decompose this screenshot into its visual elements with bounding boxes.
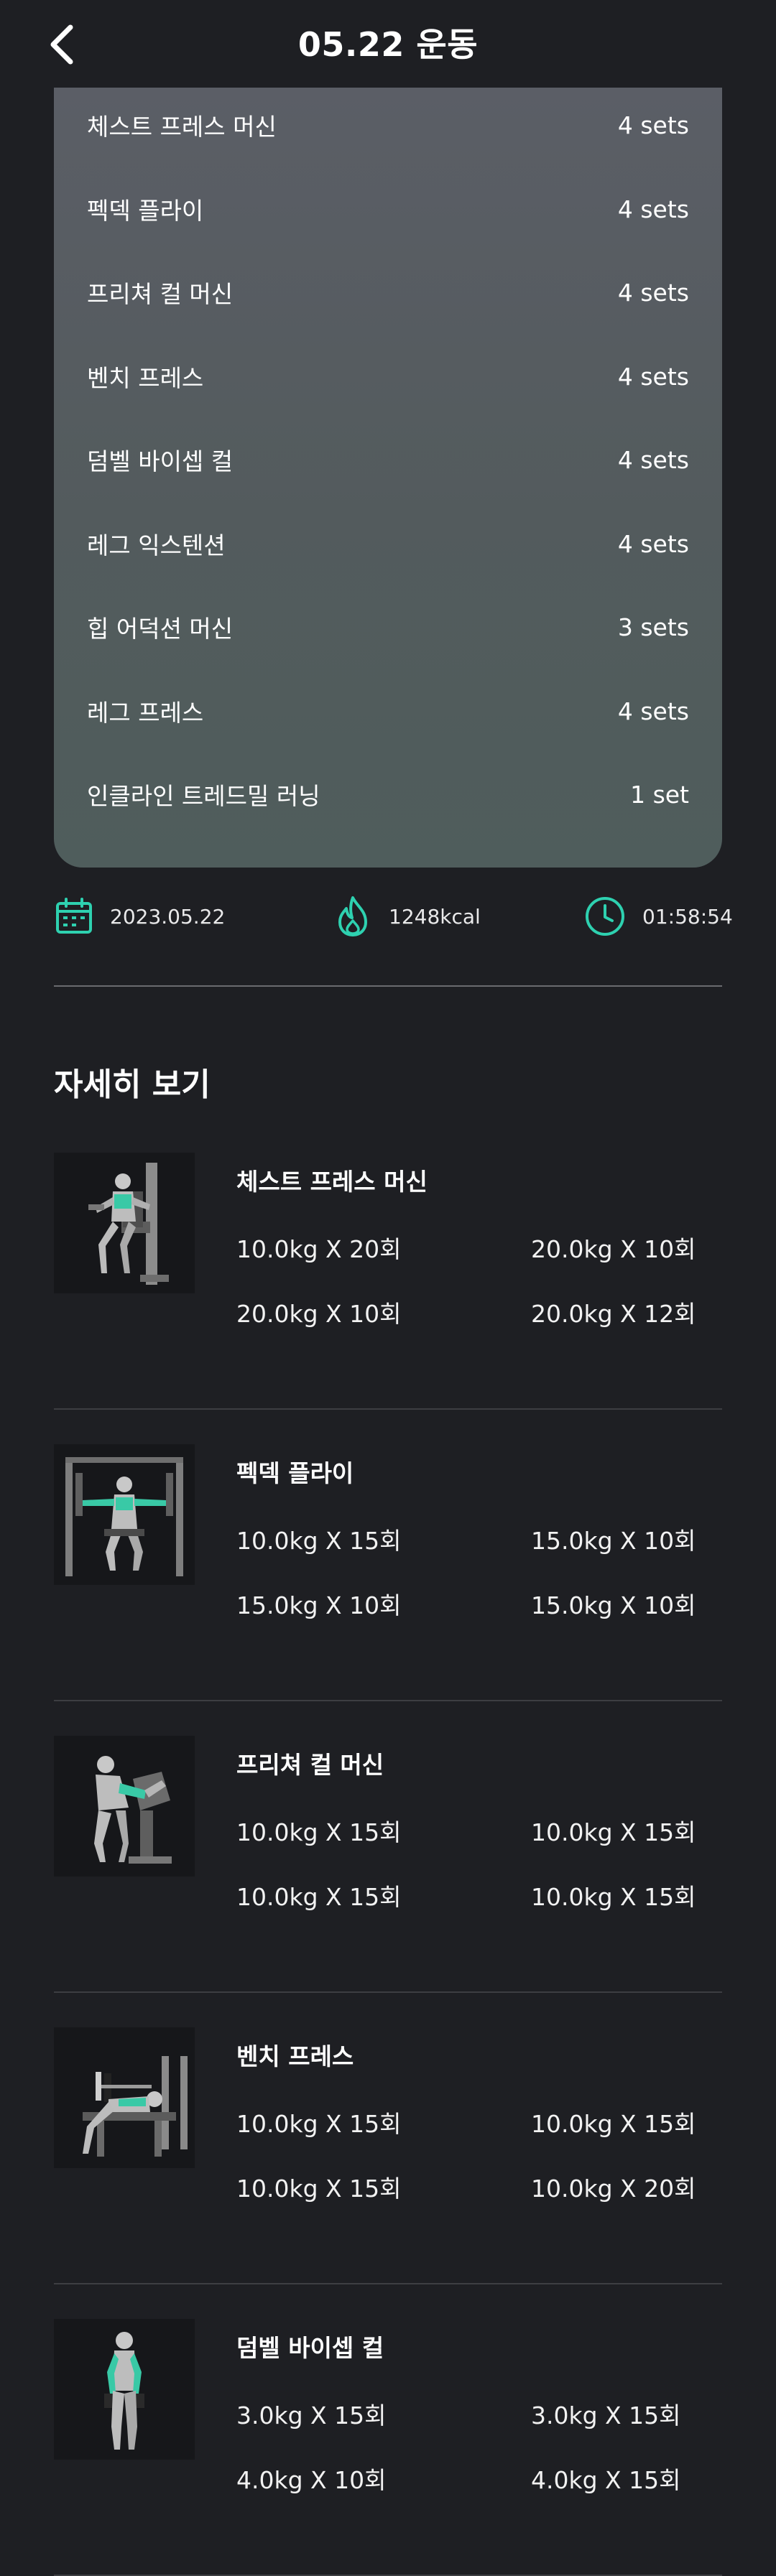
exercise-detail-list: 체스트 프레스 머신 10.0kg X 20회 20.0kg X 10회 20.… — [54, 1153, 722, 2576]
calories-stat: 1248kcal — [333, 891, 481, 942]
summary-row[interactable]: 펙덱 플라이 4 sets — [87, 187, 689, 231]
summary-exercise-name: 레그 프레스 — [87, 699, 204, 727]
summary-exercise-name: 펙덱 플라이 — [87, 197, 204, 225]
page-title: 05.22 운동 — [297, 25, 479, 64]
summary-exercise-name: 프리쳐 컬 머신 — [87, 280, 234, 308]
exercise-name: 체스트 프레스 머신 — [236, 1168, 428, 1196]
set-record: 20.0kg X 10회 — [531, 1235, 696, 1263]
summary-row[interactable]: 레그 프레스 4 sets — [87, 689, 689, 733]
summary-sets-count: 4 sets — [617, 195, 689, 223]
set-record: 15.0kg X 10회 — [531, 1591, 696, 1619]
set-record: 20.0kg X 10회 — [236, 1300, 402, 1328]
set-record: 10.0kg X 15회 — [236, 1883, 402, 1911]
set-record: 3.0kg X 15회 — [236, 2401, 387, 2429]
set-record: 10.0kg X 15회 — [531, 2110, 696, 2138]
workout-date: 2023.05.22 — [110, 904, 226, 929]
summary-sets-count: 4 sets — [617, 278, 689, 307]
summary-exercise-name: 벤치 프레스 — [87, 364, 204, 392]
summary-sets-count: 4 sets — [617, 697, 689, 725]
exercise-summary-card: 체스트 프레스 머신 4 sets 펙덱 플라이 4 sets 프리쳐 컬 머신… — [54, 85, 722, 868]
summary-sets-count: 3 sets — [617, 613, 689, 641]
exercise-image — [54, 1444, 195, 1585]
set-record: 10.0kg X 15회 — [236, 1818, 402, 1846]
summary-row[interactable]: 체스트 프레스 머신 4 sets — [87, 103, 689, 147]
exercise-image — [54, 1736, 195, 1877]
set-record: 15.0kg X 10회 — [236, 1591, 402, 1619]
exercise-image — [54, 2319, 195, 2460]
date-stat: 2023.05.22 — [54, 891, 225, 942]
duration-stat: 01:58:54 — [583, 891, 733, 942]
set-record: 3.0kg X 15회 — [531, 2401, 681, 2429]
exercise-detail-item[interactable]: 펙덱 플라이 10.0kg X 15회 15.0kg X 10회 15.0kg … — [54, 1444, 722, 1701]
set-record: 10.0kg X 20회 — [531, 2175, 696, 2203]
workout-duration: 01:58:54 — [642, 904, 733, 929]
summary-sets-count: 4 sets — [617, 529, 689, 558]
summary-row[interactable]: 레그 익스텐션 4 sets — [87, 522, 689, 565]
summary-row[interactable]: 덤벨 바이셉 컬 4 sets — [87, 438, 689, 481]
exercise-detail-item[interactable]: 벤치 프레스 10.0kg X 15회 10.0kg X 15회 10.0kg … — [54, 2027, 722, 2284]
set-record: 10.0kg X 20회 — [236, 1235, 402, 1263]
exercise-name: 프리쳐 컬 머신 — [236, 1751, 384, 1779]
summary-exercise-name: 덤벨 바이셉 컬 — [87, 447, 234, 475]
divider — [54, 985, 722, 987]
summary-exercise-name: 힙 어덕션 머신 — [87, 615, 234, 643]
exercise-name: 덤벨 바이셉 컬 — [236, 2334, 384, 2362]
summary-sets-count: 4 sets — [617, 111, 689, 139]
summary-exercise-name: 체스트 프레스 머신 — [87, 113, 277, 141]
set-record: 4.0kg X 15회 — [531, 2466, 681, 2494]
clock-icon — [586, 897, 624, 936]
exercise-detail-item[interactable]: 덤벨 바이셉 컬 3.0kg X 15회 3.0kg X 15회 4.0kg X… — [54, 2319, 722, 2576]
summary-sets-count: 4 sets — [617, 445, 689, 474]
workout-calories: 1248kcal — [389, 904, 481, 929]
set-record: 15.0kg X 10회 — [531, 1527, 696, 1555]
exercise-name: 벤치 프레스 — [236, 2042, 354, 2070]
summary-exercise-name: 인클라인 트레드밀 러닝 — [87, 782, 320, 810]
summary-row[interactable]: 힙 어덕션 머신 3 sets — [87, 605, 689, 648]
set-record: 10.0kg X 15회 — [236, 2110, 402, 2138]
summary-exercise-name: 레그 익스텐션 — [87, 531, 226, 559]
set-record: 10.0kg X 15회 — [236, 1527, 402, 1555]
set-record: 10.0kg X 15회 — [531, 1818, 696, 1846]
flame-icon — [338, 896, 367, 936]
exercise-name: 펙덱 플라이 — [236, 1459, 354, 1487]
summary-row[interactable]: 프리쳐 컬 머신 4 sets — [87, 271, 689, 314]
exercise-image — [54, 2027, 195, 2168]
summary-row[interactable]: 벤치 프레스 4 sets — [87, 355, 689, 398]
summary-sets-count: 4 sets — [617, 362, 689, 391]
set-record: 20.0kg X 12회 — [531, 1300, 696, 1328]
summary-row[interactable]: 인클라인 트레드밀 러닝 1 set — [87, 773, 689, 816]
set-record: 10.0kg X 15회 — [236, 2175, 402, 2203]
exercise-detail-item[interactable]: 프리쳐 컬 머신 10.0kg X 15회 10.0kg X 15회 10.0k… — [54, 1736, 722, 1993]
calendar-icon — [56, 898, 92, 934]
set-record: 4.0kg X 10회 — [236, 2466, 387, 2494]
exercise-detail-item[interactable]: 체스트 프레스 머신 10.0kg X 20회 20.0kg X 10회 20.… — [54, 1153, 722, 1410]
workout-stats: 2023.05.22 1248kcal 01:58:54 — [54, 891, 733, 942]
section-title: 자세히 보기 — [54, 1066, 211, 1103]
header: 05.22 운동 — [0, 0, 776, 88]
set-record: 10.0kg X 15회 — [531, 1883, 696, 1911]
summary-sets-count: 1 set — [630, 780, 689, 809]
exercise-image — [54, 1153, 195, 1293]
